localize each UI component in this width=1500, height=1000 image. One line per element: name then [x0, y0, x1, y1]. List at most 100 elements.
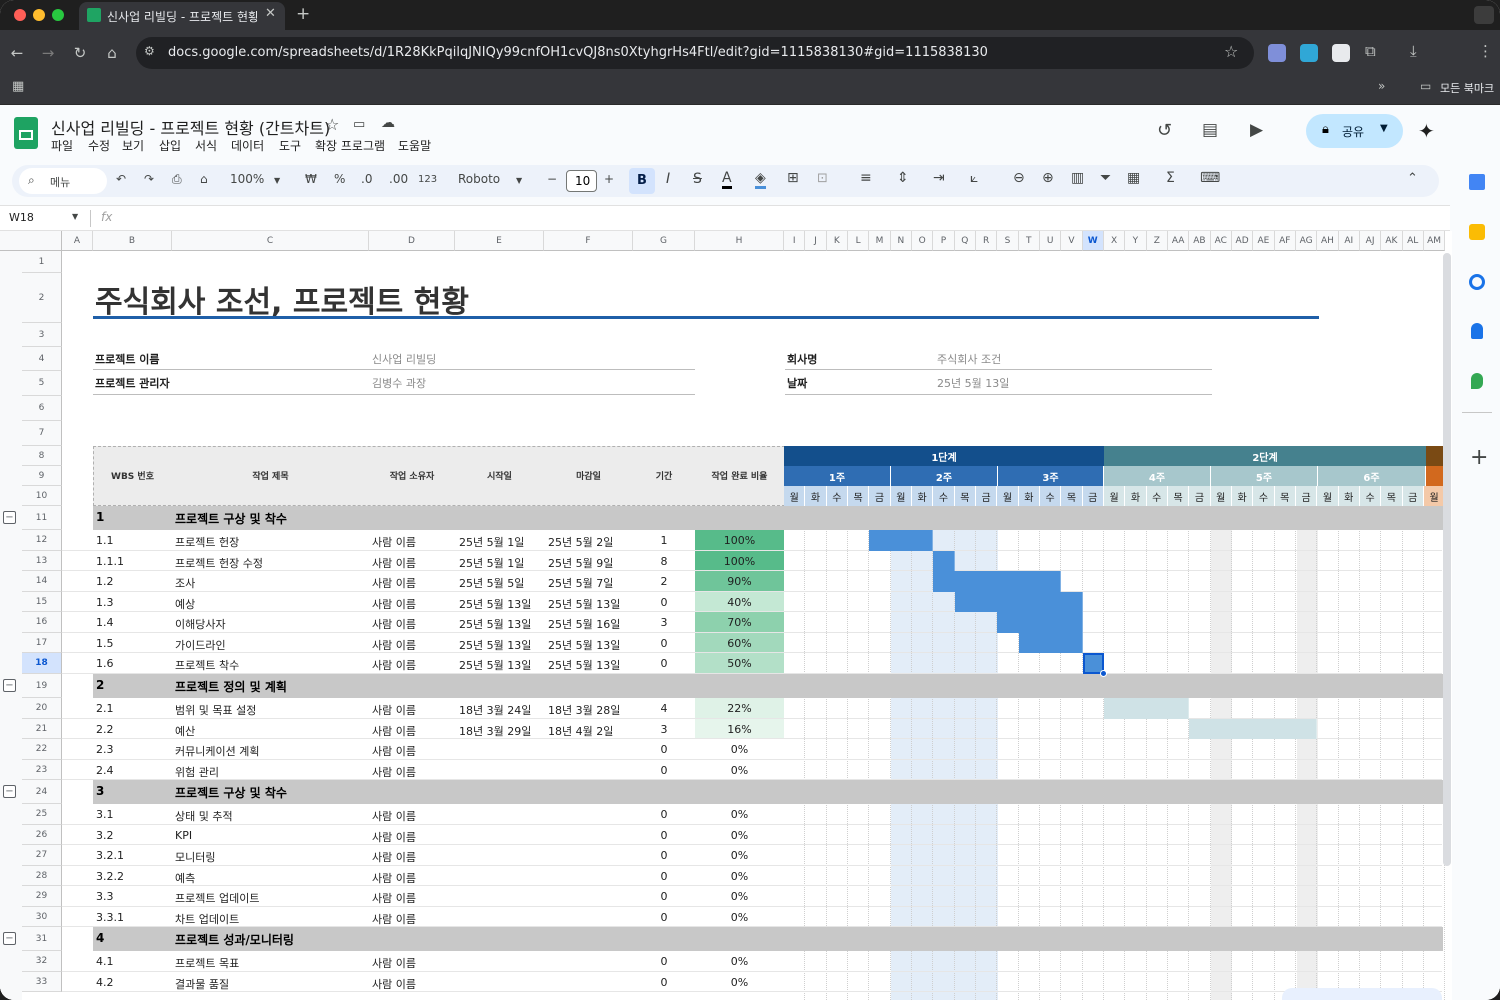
new-tab-icon[interactable]: + — [296, 4, 310, 24]
star-icon[interactable]: ☆ — [325, 115, 339, 134]
horizontal-align-icon[interactable]: ≡ — [860, 170, 872, 186]
row-header[interactable]: 22 — [22, 739, 62, 760]
row-header[interactable]: 7 — [22, 421, 62, 446]
row-header[interactable]: 3 — [22, 323, 62, 347]
row-header[interactable]: 24 — [22, 780, 62, 804]
row-header[interactable]: 10 — [22, 486, 62, 506]
currency-format-button[interactable]: ₩ — [305, 172, 317, 186]
column-header[interactable]: AH — [1317, 231, 1339, 251]
apps-grid-icon[interactable]: ▦ — [12, 79, 24, 94]
tasks-icon[interactable] — [1469, 274, 1485, 290]
insert-comment-icon[interactable]: ⊕ — [1042, 170, 1054, 186]
column-header[interactable]: AB — [1189, 231, 1211, 251]
menu-item[interactable]: 보기 — [122, 137, 144, 154]
column-header[interactable]: AK — [1381, 231, 1403, 251]
fill-handle[interactable] — [1099, 670, 1107, 677]
tab-close-icon[interactable]: ✕ — [265, 6, 276, 21]
column-header[interactable]: AG — [1295, 231, 1318, 251]
text-color-button[interactable]: A — [722, 170, 732, 189]
reload-icon[interactable]: ↻ — [68, 41, 92, 65]
row-header[interactable]: 19 — [22, 674, 62, 698]
zoom-dropdown-icon[interactable]: ▼ — [274, 176, 280, 185]
input-tools-icon[interactable]: ⌨ — [1200, 170, 1220, 186]
group-collapse-icon[interactable]: − — [3, 785, 16, 798]
all-bookmarks-label[interactable]: 모든 북마크 — [1440, 80, 1494, 96]
column-header[interactable]: AL — [1402, 231, 1424, 251]
row-header[interactable]: 27 — [22, 845, 62, 866]
menu-search[interactable]: ⌕ 메뉴 — [19, 168, 107, 194]
italic-button[interactable]: I — [666, 171, 670, 187]
spreadsheet-grid[interactable]: A B C D E F G H I J K L M N O P Q R S T U V W X Y Z AA AB AC AD AE AF AG… — [0, 231, 1452, 1000]
menu-item[interactable]: 파일 — [51, 137, 73, 154]
version-history-icon[interactable]: ↺ — [1157, 120, 1172, 141]
collapse-menus-icon[interactable]: ⌃ — [1407, 171, 1418, 186]
move-folder-icon[interactable]: ▭ — [353, 117, 365, 132]
vertical-scrollbar[interactable] — [1443, 253, 1451, 866]
column-header[interactable]: B — [93, 231, 172, 251]
font-select[interactable]: Roboto — [458, 172, 500, 186]
row-header[interactable]: 32 — [22, 951, 62, 972]
insert-link-icon[interactable]: ⊖ — [1013, 170, 1025, 186]
column-header[interactable]: U — [1039, 231, 1062, 251]
sheets-logo-icon[interactable] — [14, 117, 38, 149]
row-header[interactable]: 20 — [22, 698, 62, 719]
column-header[interactable]: H — [695, 231, 784, 251]
font-size-increase-icon[interactable]: + — [604, 172, 614, 186]
column-header[interactable]: AJ — [1359, 231, 1382, 251]
name-box-dropdown-icon[interactable]: ▼ — [72, 212, 78, 221]
column-header[interactable]: T — [1018, 231, 1040, 251]
column-header[interactable]: AE — [1253, 231, 1275, 251]
row-header[interactable]: 26 — [22, 825, 62, 845]
group-collapse-icon[interactable]: − — [3, 679, 16, 692]
group-collapse-icon[interactable]: − — [3, 932, 16, 945]
increase-decimal-button[interactable]: .00 — [389, 172, 408, 186]
row-header[interactable]: 14 — [22, 571, 62, 592]
column-header[interactable]: F — [544, 231, 633, 251]
row-header[interactable]: 21 — [22, 719, 62, 739]
menu-item[interactable]: 수정 — [88, 137, 110, 154]
url-text[interactable]: docs.google.com/spreadsheets/d/1R28KkPqi… — [168, 45, 988, 60]
column-header[interactable]: AM — [1423, 231, 1446, 251]
browser-tab[interactable]: 신사업 리빌딩 - 프로젝트 현황 (간트 ✕ — [79, 2, 285, 30]
tab-search-icon[interactable] — [1474, 6, 1494, 24]
bookmark-star-icon[interactable]: ☆ — [1224, 42, 1238, 61]
text-wrap-icon[interactable]: ⇥ — [933, 170, 945, 186]
filter-icon[interactable]: ⏷ — [1100, 170, 1111, 186]
minimize-window-button[interactable] — [33, 9, 45, 21]
vertical-align-icon[interactable]: ⇕ — [897, 170, 909, 186]
redo-icon[interactable]: ↷ — [144, 172, 154, 186]
meet-icon[interactable]: ▶ — [1250, 120, 1263, 140]
percent-format-button[interactable]: % — [334, 172, 345, 186]
row-header[interactable]: 29 — [22, 886, 62, 907]
column-header[interactable]: N — [890, 231, 912, 251]
row-header[interactable]: 15 — [22, 592, 62, 612]
column-header[interactable]: L — [847, 231, 870, 251]
row-header[interactable]: 6 — [22, 396, 62, 421]
borders-icon[interactable]: ⊞ — [787, 170, 799, 186]
name-box[interactable]: W18 — [9, 211, 34, 224]
row-header[interactable]: 16 — [22, 612, 62, 633]
column-header[interactable]: AA — [1167, 231, 1190, 251]
download-icon[interactable]: ⤓ — [1410, 42, 1417, 60]
extension-3-icon[interactable] — [1332, 44, 1350, 62]
keep-icon[interactable] — [1469, 224, 1485, 240]
extensions-puzzle-icon[interactable]: ⧉ — [1365, 42, 1376, 60]
share-button[interactable]: 🔒︎ 공유 ▼ — [1306, 114, 1403, 148]
row-header[interactable]: 30 — [22, 907, 62, 927]
home-icon[interactable]: ⌂ — [100, 41, 124, 65]
column-header[interactable]: J — [805, 231, 827, 251]
row-header[interactable]: 11 — [22, 506, 62, 530]
browser-menu-icon[interactable]: ⋮ — [1478, 42, 1493, 60]
row-header[interactable]: 33 — [22, 972, 62, 992]
fill-color-icon[interactable]: ◈ — [755, 170, 766, 189]
font-size-decrease-icon[interactable]: − — [547, 172, 557, 186]
forward-icon[interactable]: → — [36, 41, 60, 65]
group-collapse-icon[interactable]: − — [3, 511, 16, 524]
column-header[interactable]: AI — [1338, 231, 1360, 251]
row-header[interactable]: 12 — [22, 530, 62, 551]
menu-item[interactable]: 데이터 — [231, 137, 264, 154]
column-header[interactable]: C — [172, 231, 369, 251]
row-header[interactable]: 31 — [22, 927, 62, 951]
back-icon[interactable]: ← — [5, 41, 29, 65]
column-header[interactable]: AC — [1210, 231, 1232, 251]
